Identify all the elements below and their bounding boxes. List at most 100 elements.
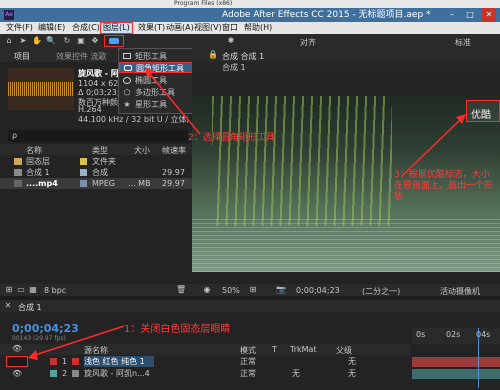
timeline-timecode[interactable]: 0;00;04;23 [12,322,79,335]
playhead[interactable] [478,328,479,388]
ellipse-icon [123,77,131,84]
time-ruler[interactable]: 0s 02s 04s [412,328,500,344]
watermark-box: 优酷 [466,100,500,122]
menu-file[interactable]: 文件(F) [6,22,33,34]
menu-item-label: 椭圆工具 [135,76,167,85]
zoom-tool-icon[interactable]: 🔍 [46,36,56,45]
timeline-columns: 👁 源名称 模式 T TrkMat 父级 [0,344,410,355]
annotation-step3-text: 3：根据优酷标志，大小在原画面上，画出一个形状 [394,170,494,202]
maximize-icon[interactable]: □ [464,8,476,22]
rounded-rect-icon [124,65,132,71]
row-name: 固态层 [26,157,50,166]
row-type: 合成 [92,168,108,177]
menu-effect[interactable]: 效果(T) [138,22,165,34]
shape-tool-button[interactable] [104,35,124,47]
minimize-icon[interactable]: – [446,8,458,22]
grid-icon[interactable]: ⊞ [248,285,258,294]
new-comp-icon[interactable]: ▦ [28,285,38,294]
project-tab[interactable]: 项目 [14,51,30,62]
layer-trkmat[interactable]: 无 [292,368,300,379]
project-row[interactable]: 固态层 文件夹 [0,156,192,167]
video-layer-icon [72,370,79,377]
eye-column-icon: 👁 [12,344,23,353]
project-search[interactable]: ρ [8,130,188,142]
layer-bar-1[interactable] [412,357,500,367]
col-type[interactable]: 类型 [92,145,108,156]
puppet-tool-icon[interactable]: ✱ [226,36,236,45]
comp-panel-header: 🔒 合成 合成 1 [192,48,500,62]
layer-mode[interactable]: 正常 [240,356,256,367]
col-parent: 父级 [336,346,352,355]
menu-edit[interactable]: 编辑(E) [38,22,65,34]
col-fps[interactable]: 帧速率 [162,145,186,156]
layer-bar-2[interactable] [412,369,500,379]
render-icon[interactable]: ◉ [202,285,212,294]
effects-controls-tab[interactable]: 效果控件 流歌 [56,51,107,62]
rotate-tool-icon[interactable]: ↻ [62,36,72,45]
folder-icon [14,158,22,165]
bpc-label[interactable]: 8 bpc [44,286,66,295]
lock-icon[interactable]: 🔒 [208,50,218,59]
annotation-step1-text: 1：关闭白色固态层眼睛 [124,324,231,335]
camera-select[interactable]: 活动摄像机 [440,286,480,297]
comp-timecode[interactable]: 0;00;04;23 [296,286,340,295]
snap-label: 对齐 [300,38,316,47]
comp-breadcrumb-bar: 合成 1 [192,62,500,72]
ruler-label: 02s [446,330,461,339]
layer-num: 1 [62,357,68,366]
solid-icon [72,358,79,365]
label-color-icon [80,169,87,176]
layer-parent[interactable]: 无 [348,368,356,379]
row-type: 文件夹 [92,157,116,166]
eye-icon[interactable]: 👁 [12,368,22,379]
col-size[interactable]: 大小 [134,145,150,156]
layer-mode[interactable]: 正常 [240,368,256,379]
menu-item-label: 星形工具 [135,100,167,109]
row-fps: 29.97 [162,168,185,177]
label-color-icon [80,158,87,165]
project-row[interactable]: ....mp4 MPEG ... MB 29.97 [0,178,192,189]
layer-row[interactable]: 1 浅色 红色 纯色 1 正常 无 [0,356,410,367]
pan-behind-tool-icon[interactable]: ✥ [90,36,100,45]
resolution-select[interactable]: (二分之一) [362,286,400,297]
zoom-select[interactable]: 50% [222,286,240,295]
camera-tool-icon[interactable]: ▣ [76,36,86,45]
home-icon[interactable]: ⌂ [4,36,14,45]
search-icon: ρ [12,131,18,140]
timeline-tab[interactable]: 合成 1 [18,302,42,313]
col-name[interactable]: 名称 [26,145,42,156]
snapshot-icon[interactable]: 📷 [276,285,286,294]
project-row[interactable]: 合成 1 合成 29.97 [0,167,192,178]
layer-parent[interactable]: 无 [348,356,356,367]
menu-window[interactable]: 窗口 [222,22,238,34]
preview-thumbnail [8,68,74,110]
comp-tab[interactable]: 合成 合成 1 [222,51,264,62]
menu-animation[interactable]: 动画(A) [166,22,194,34]
close-icon[interactable]: ✕ [482,8,496,22]
os-path-text: Program Files (x86) [174,0,233,7]
close-tab-icon[interactable]: ✕ [4,301,12,310]
interpret-footage-icon[interactable]: ⊞ [4,285,14,294]
eye-toggle-off[interactable] [6,356,28,367]
new-folder-icon[interactable]: ▭ [16,285,26,294]
annotation-step2: 2：选择圆角矩形工具 [188,130,275,143]
trash-icon[interactable]: 🗑 [176,285,186,294]
col-t: T [272,345,277,354]
menu-help[interactable]: 帮助(H) [244,22,272,34]
menu-view[interactable]: 视图(V) [194,22,222,34]
menu-layer[interactable]: 图层(L) [100,22,133,34]
selection-tool-icon[interactable]: ➤ [18,36,28,45]
workspace-label[interactable]: 标准 [455,37,471,48]
layer-name: 浅色 红色 纯色 1 [84,356,154,367]
preview-info-codec: H.264 [78,105,102,114]
layer-row[interactable]: 👁 2 旋风歌 - 阿凯n...4 正常 无 无 [0,368,410,379]
water-sparkles [192,216,500,272]
polygon-icon: ⬠ [123,88,131,97]
audio-waveform [8,82,74,96]
row-type: MPEG [92,179,115,188]
composition-icon [14,169,22,176]
col-mode: 模式 [240,346,256,355]
hand-tool-icon[interactable]: ✋ [32,36,42,45]
menu-composition[interactable]: 合成(C) [72,22,100,34]
comp-breadcrumb[interactable]: 合成 1 [222,62,246,73]
